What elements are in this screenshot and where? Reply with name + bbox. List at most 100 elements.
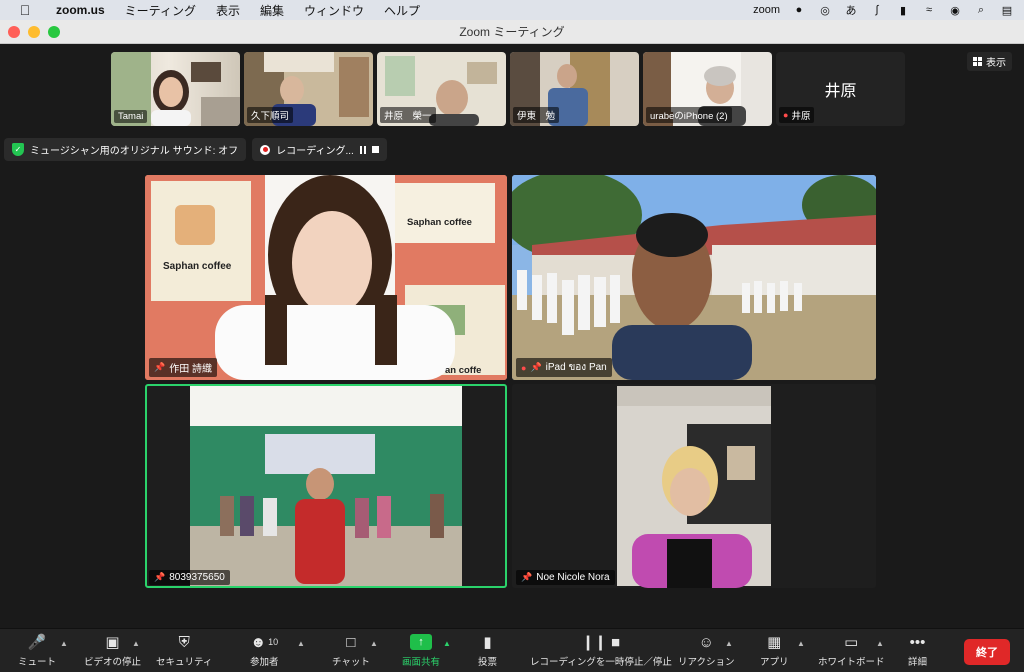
meeting-area: Tamai 久下順司 井原 榮一 伊東 勉 urabeのiPhone (2) 井… bbox=[0, 44, 1024, 628]
window-title-bar: Zoom ミーティング bbox=[0, 20, 1024, 44]
zoom-status-label[interactable]: zoom bbox=[753, 4, 780, 16]
bar-chart-icon: ▮ bbox=[483, 634, 492, 651]
recording-indicator: レコーディング... bbox=[252, 138, 387, 161]
reactions-options-caret[interactable]: ▲ bbox=[725, 639, 733, 648]
apps-icon: ▦ bbox=[767, 634, 782, 651]
strip-tile-urabe[interactable]: urabeのiPhone (2) bbox=[643, 52, 772, 126]
participant-name: ● 井原 bbox=[779, 107, 815, 123]
sign-text-3: an coffe bbox=[445, 365, 482, 376]
menu-window[interactable]: ウィンドウ bbox=[294, 2, 374, 19]
participant-video bbox=[145, 175, 507, 380]
participants-count: 10 bbox=[268, 637, 279, 647]
participants-label: 参加者 bbox=[250, 657, 279, 668]
shield-icon: ⛨ bbox=[178, 633, 190, 651]
status-circle-icon[interactable]: ● bbox=[792, 3, 806, 17]
chat-button[interactable]: □ チャット bbox=[332, 633, 370, 669]
poll-label: 投票 bbox=[478, 657, 498, 668]
recording-dot-icon bbox=[260, 144, 271, 155]
reactions-label: リアクション bbox=[678, 657, 735, 668]
participants-options-caret[interactable]: ▲ bbox=[297, 639, 305, 648]
whiteboard-icon: ▭ bbox=[844, 634, 859, 651]
menu-edit[interactable]: 編集 bbox=[250, 2, 294, 19]
strip-tile-kuge[interactable]: 久下順司 bbox=[244, 52, 373, 126]
input-method-icon[interactable]: あ bbox=[844, 3, 858, 17]
window-title: Zoom ミーティング bbox=[459, 25, 565, 39]
strip-tile-ito[interactable]: 伊東 勉 bbox=[510, 52, 639, 126]
microphone-icon: 🎤 bbox=[27, 634, 47, 651]
share-label: 画面共有 bbox=[402, 657, 441, 668]
mic-muted-icon: ● bbox=[521, 362, 527, 373]
menu-app-name[interactable]: zoom.us bbox=[46, 3, 115, 17]
apps-options-caret[interactable]: ▲ bbox=[797, 639, 805, 648]
strip-tile-ihara-eiichi[interactable]: 井原 榮一 bbox=[377, 52, 506, 126]
chat-label: チャット bbox=[332, 657, 370, 668]
menu-meeting[interactable]: ミーティング bbox=[115, 2, 206, 19]
whiteboard-options-caret[interactable]: ▲ bbox=[876, 639, 884, 648]
audio-options-caret[interactable]: ▲ bbox=[60, 639, 68, 648]
participants-button[interactable]: ☻ 10 参加者 bbox=[250, 633, 279, 669]
chat-bubble-icon: □ bbox=[346, 633, 356, 651]
pause-stop-icon: ❙❙ ■ bbox=[581, 634, 621, 651]
status-row: ✓ ミュージシャン用のオリジナル サウンド: オフ レコーディング... bbox=[4, 138, 387, 161]
record-label: レコーディングを一時停止／停止 bbox=[530, 657, 672, 668]
control-center-icon[interactable]: ▤ bbox=[1000, 3, 1014, 17]
share-options-caret[interactable]: ▲ bbox=[443, 639, 451, 648]
video-label: ビデオの停止 bbox=[84, 657, 142, 668]
video-tile-pan[interactable]: ● 📌 iPad ของ Pan bbox=[512, 175, 876, 380]
strip-tile-ihara[interactable]: 井原 ● 井原 bbox=[776, 52, 905, 126]
participant-video bbox=[512, 175, 876, 380]
more-dots-icon: ••• bbox=[909, 633, 926, 651]
spotlight-search-icon[interactable]: ⌕ bbox=[974, 3, 988, 17]
menu-view[interactable]: 表示 bbox=[206, 2, 250, 19]
participant-name: ● 📌 iPad ของ Pan bbox=[516, 358, 612, 377]
pin-icon: 📌 bbox=[521, 572, 533, 582]
recording-label: レコーディング... bbox=[276, 146, 354, 157]
participant-name: Tamai bbox=[114, 110, 148, 123]
bluetooth-icon[interactable]: ∫ bbox=[870, 3, 884, 17]
whiteboard-label: ホワイトボード bbox=[818, 657, 885, 668]
participant-video bbox=[190, 386, 462, 586]
security-button[interactable]: ⛨ セキュリティ bbox=[156, 633, 213, 669]
mute-button[interactable]: 🎤 ミュート bbox=[18, 633, 56, 668]
more-label: 詳細 bbox=[908, 657, 928, 668]
participant-name: 久下順司 bbox=[247, 107, 294, 123]
user-icon[interactable]: ◉ bbox=[948, 3, 962, 17]
apple-menu-icon[interactable]:  bbox=[14, 2, 36, 18]
pause-recording-icon[interactable] bbox=[359, 145, 366, 154]
video-options-caret[interactable]: ▲ bbox=[132, 639, 140, 648]
poll-button[interactable]: ▮ 投票 bbox=[478, 633, 497, 668]
video-tile-noe-nicole-nora[interactable]: 📌 Noe Nicole Nora bbox=[512, 384, 876, 588]
apps-button[interactable]: ▦ アプリ bbox=[760, 633, 789, 668]
view-button[interactable]: 表示 bbox=[967, 52, 1012, 71]
participant-name: urabeのiPhone (2) bbox=[646, 107, 732, 123]
whiteboard-button[interactable]: ▭ ホワイトボード bbox=[818, 633, 885, 668]
video-tile-sakuta[interactable]: Saphan coffee Saphan coffee an coffe 📌 作田… bbox=[145, 175, 507, 380]
mic-muted-icon: ● bbox=[783, 110, 789, 120]
menu-help[interactable]: ヘルプ bbox=[374, 2, 430, 19]
end-meeting-button[interactable]: 終了 bbox=[964, 639, 1010, 665]
security-label: セキュリティ bbox=[156, 657, 213, 668]
strip-tile-tamai[interactable]: Tamai bbox=[111, 52, 240, 126]
video-tile-8039375650[interactable]: 📌 8039375650 bbox=[145, 384, 507, 588]
share-screen-button[interactable]: ↑ 画面共有 bbox=[402, 633, 440, 668]
participant-name: 📌 8039375650 bbox=[149, 570, 230, 585]
stop-recording-icon[interactable] bbox=[371, 146, 379, 153]
recording-control-button[interactable]: ❙❙ ■ レコーディングを一時停止／停止 bbox=[530, 633, 672, 668]
more-button[interactable]: ••• 詳細 bbox=[908, 633, 928, 669]
participant-name: 📌 Noe Nicole Nora bbox=[516, 570, 615, 585]
participant-name: 井原 榮一 bbox=[380, 107, 436, 123]
apps-label: アプリ bbox=[760, 657, 789, 668]
chat-options-caret[interactable]: ▲ bbox=[370, 639, 378, 648]
participant-name: 📌 作田 詩織 bbox=[149, 358, 217, 377]
share-screen-icon: ↑ bbox=[410, 634, 432, 650]
sign-text-2: Saphan coffee bbox=[407, 217, 472, 228]
participant-video bbox=[617, 386, 771, 588]
mute-label: ミュート bbox=[18, 657, 57, 668]
original-sound-indicator[interactable]: ✓ ミュージシャン用のオリジナル サウンド: オフ bbox=[4, 138, 247, 161]
battery-icon[interactable]: ▮ bbox=[896, 3, 910, 17]
wifi-icon[interactable]: ≈ bbox=[922, 3, 936, 17]
avatar-name-text: 井原 bbox=[824, 83, 857, 100]
video-camera-icon: ▣ bbox=[105, 634, 120, 651]
airdrop-icon[interactable]: ◎ bbox=[818, 3, 832, 17]
pin-icon: 📌 bbox=[530, 362, 542, 372]
